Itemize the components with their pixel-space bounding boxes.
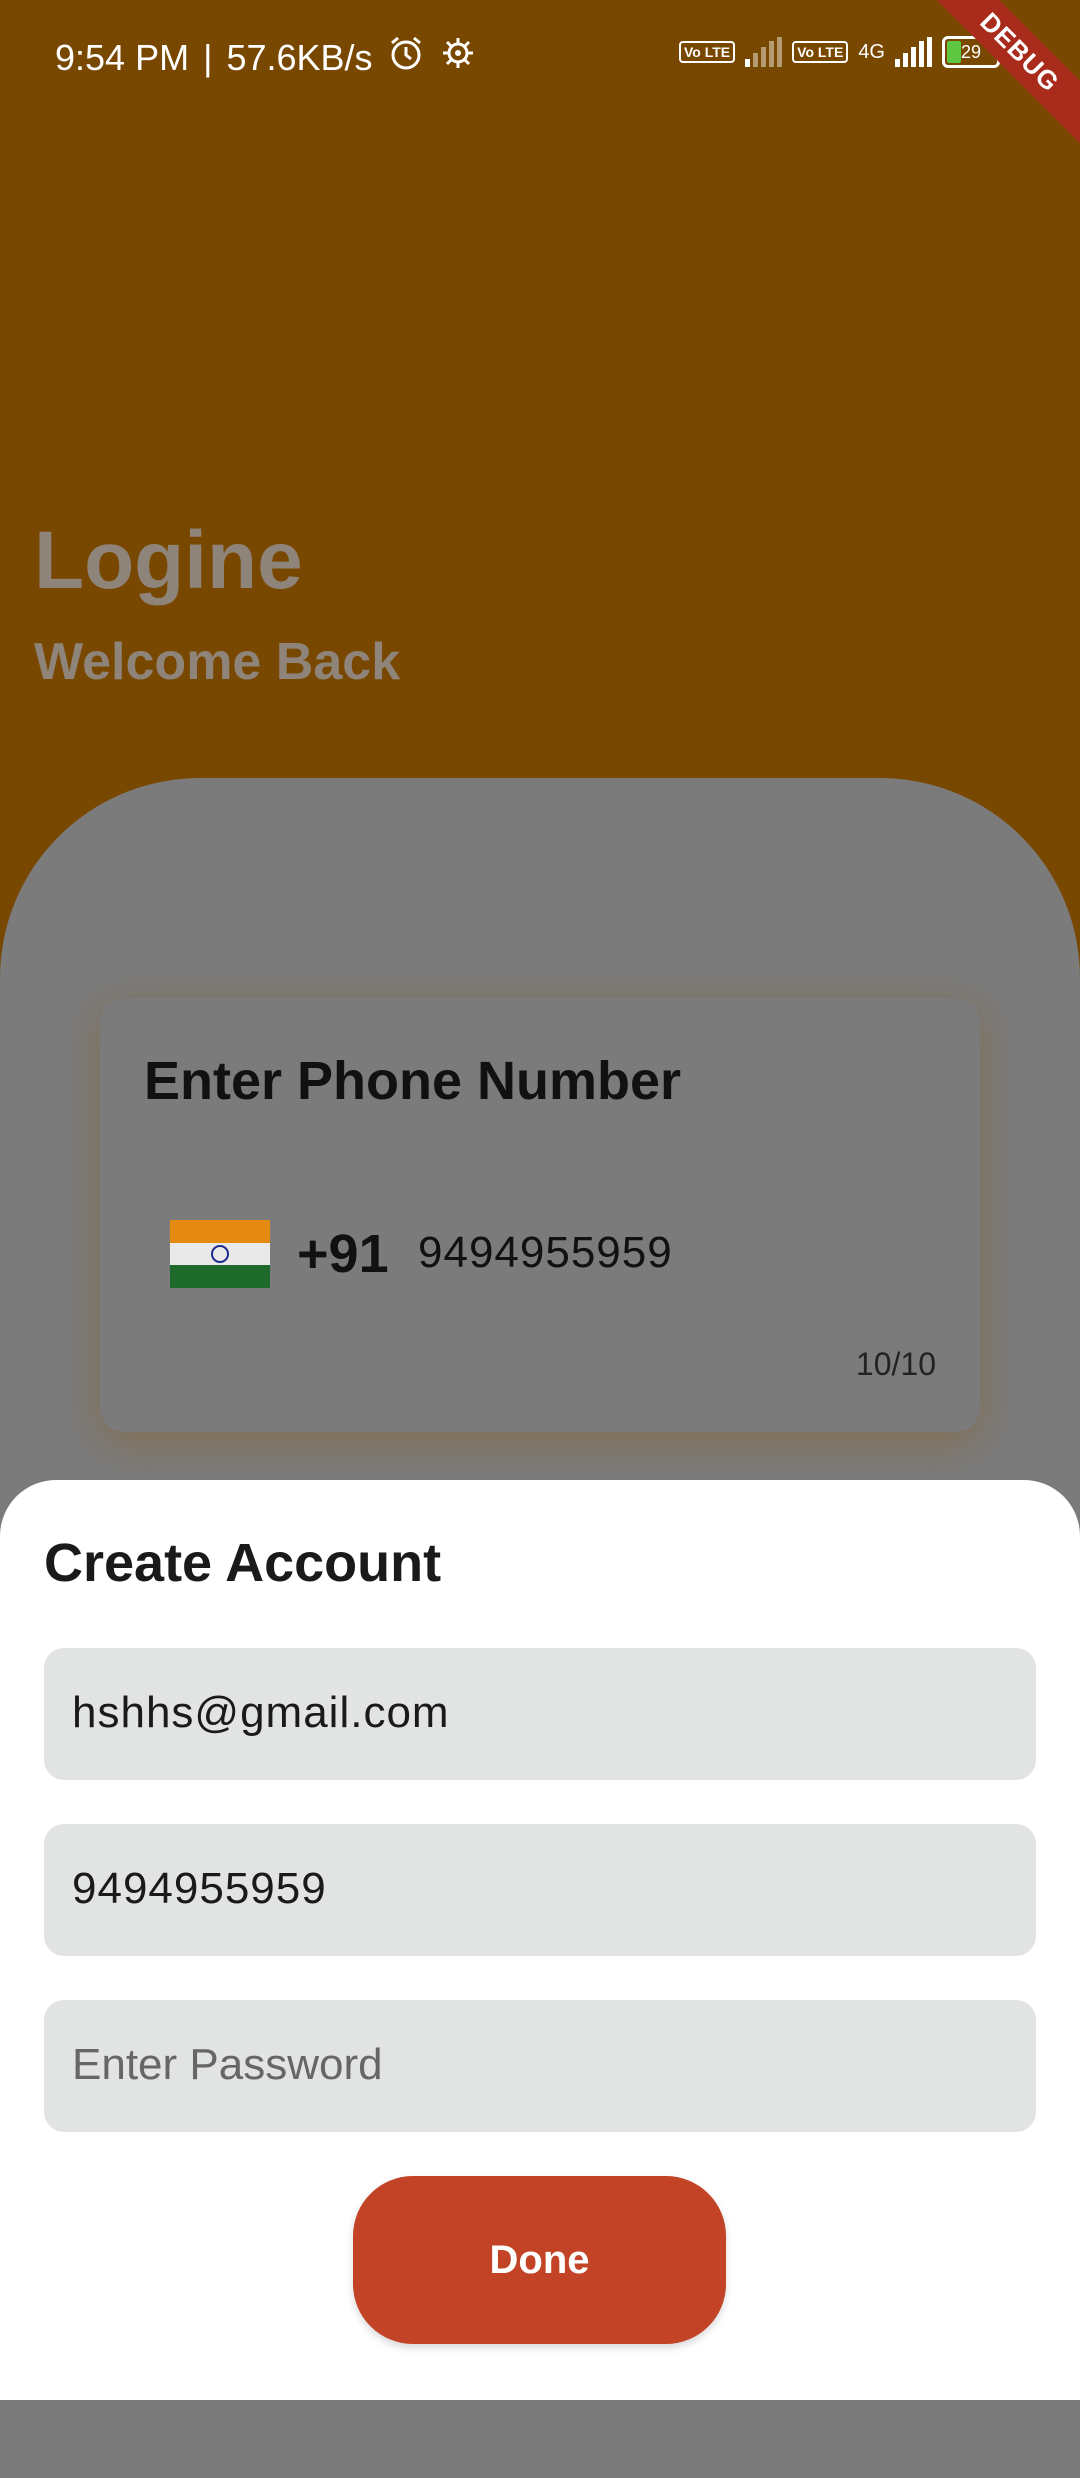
status-time: 9:54 PM: [55, 36, 190, 78]
volte-icon: Vo LTE: [679, 41, 736, 63]
phone-number-input[interactable]: 9494955959: [418, 1228, 673, 1278]
sheet-title: Create Account: [44, 1533, 442, 1593]
india-flag-icon[interactable]: [170, 1220, 270, 1288]
password-placeholder: Enter Password: [72, 2040, 383, 2089]
signal-strength-icon-2: [895, 37, 932, 67]
settings-gear-icon: [439, 34, 477, 81]
status-left: 9:54 PM | 57.6KB/s: [55, 34, 477, 81]
page-subtitle: Welcome Back: [34, 633, 401, 691]
header: Logine Welcome Back: [34, 520, 400, 692]
status-right: Vo LTE Vo LTE 4G 29: [679, 36, 1000, 68]
character-counter: 10/10: [855, 1346, 936, 1382]
alarm-icon: [387, 34, 425, 81]
phone-field[interactable]: 9494955959: [44, 1824, 1036, 1956]
network-type: 4G: [858, 40, 885, 63]
status-separator: |: [203, 36, 213, 78]
phone-number-card: Enter Phone Number +91 9494955959 10/10: [100, 998, 980, 1432]
signal-strength-icon: [745, 37, 783, 67]
battery-level: 29: [960, 42, 982, 62]
country-code[interactable]: +91: [297, 1223, 389, 1285]
phone-card-title: Enter Phone Number: [144, 1051, 682, 1111]
volte-icon-2: Vo LTE: [792, 41, 849, 63]
password-field[interactable]: Enter Password: [44, 2000, 1036, 2132]
email-value: hshhs@gmail.com: [72, 1688, 450, 1737]
create-account-sheet: Create Account hshhs@gmail.com 949495595…: [0, 1480, 1080, 2400]
page-title: Logine: [34, 515, 303, 606]
status-speed: 57.6KB/s: [226, 36, 373, 78]
email-field[interactable]: hshhs@gmail.com: [44, 1648, 1036, 1780]
done-button[interactable]: Done: [353, 2176, 726, 2344]
status-bar: 9:54 PM | 57.6KB/s Vo LTE Vo LTE 4G 29: [0, 0, 1080, 110]
phone-value: 9494955959: [72, 1864, 327, 1913]
